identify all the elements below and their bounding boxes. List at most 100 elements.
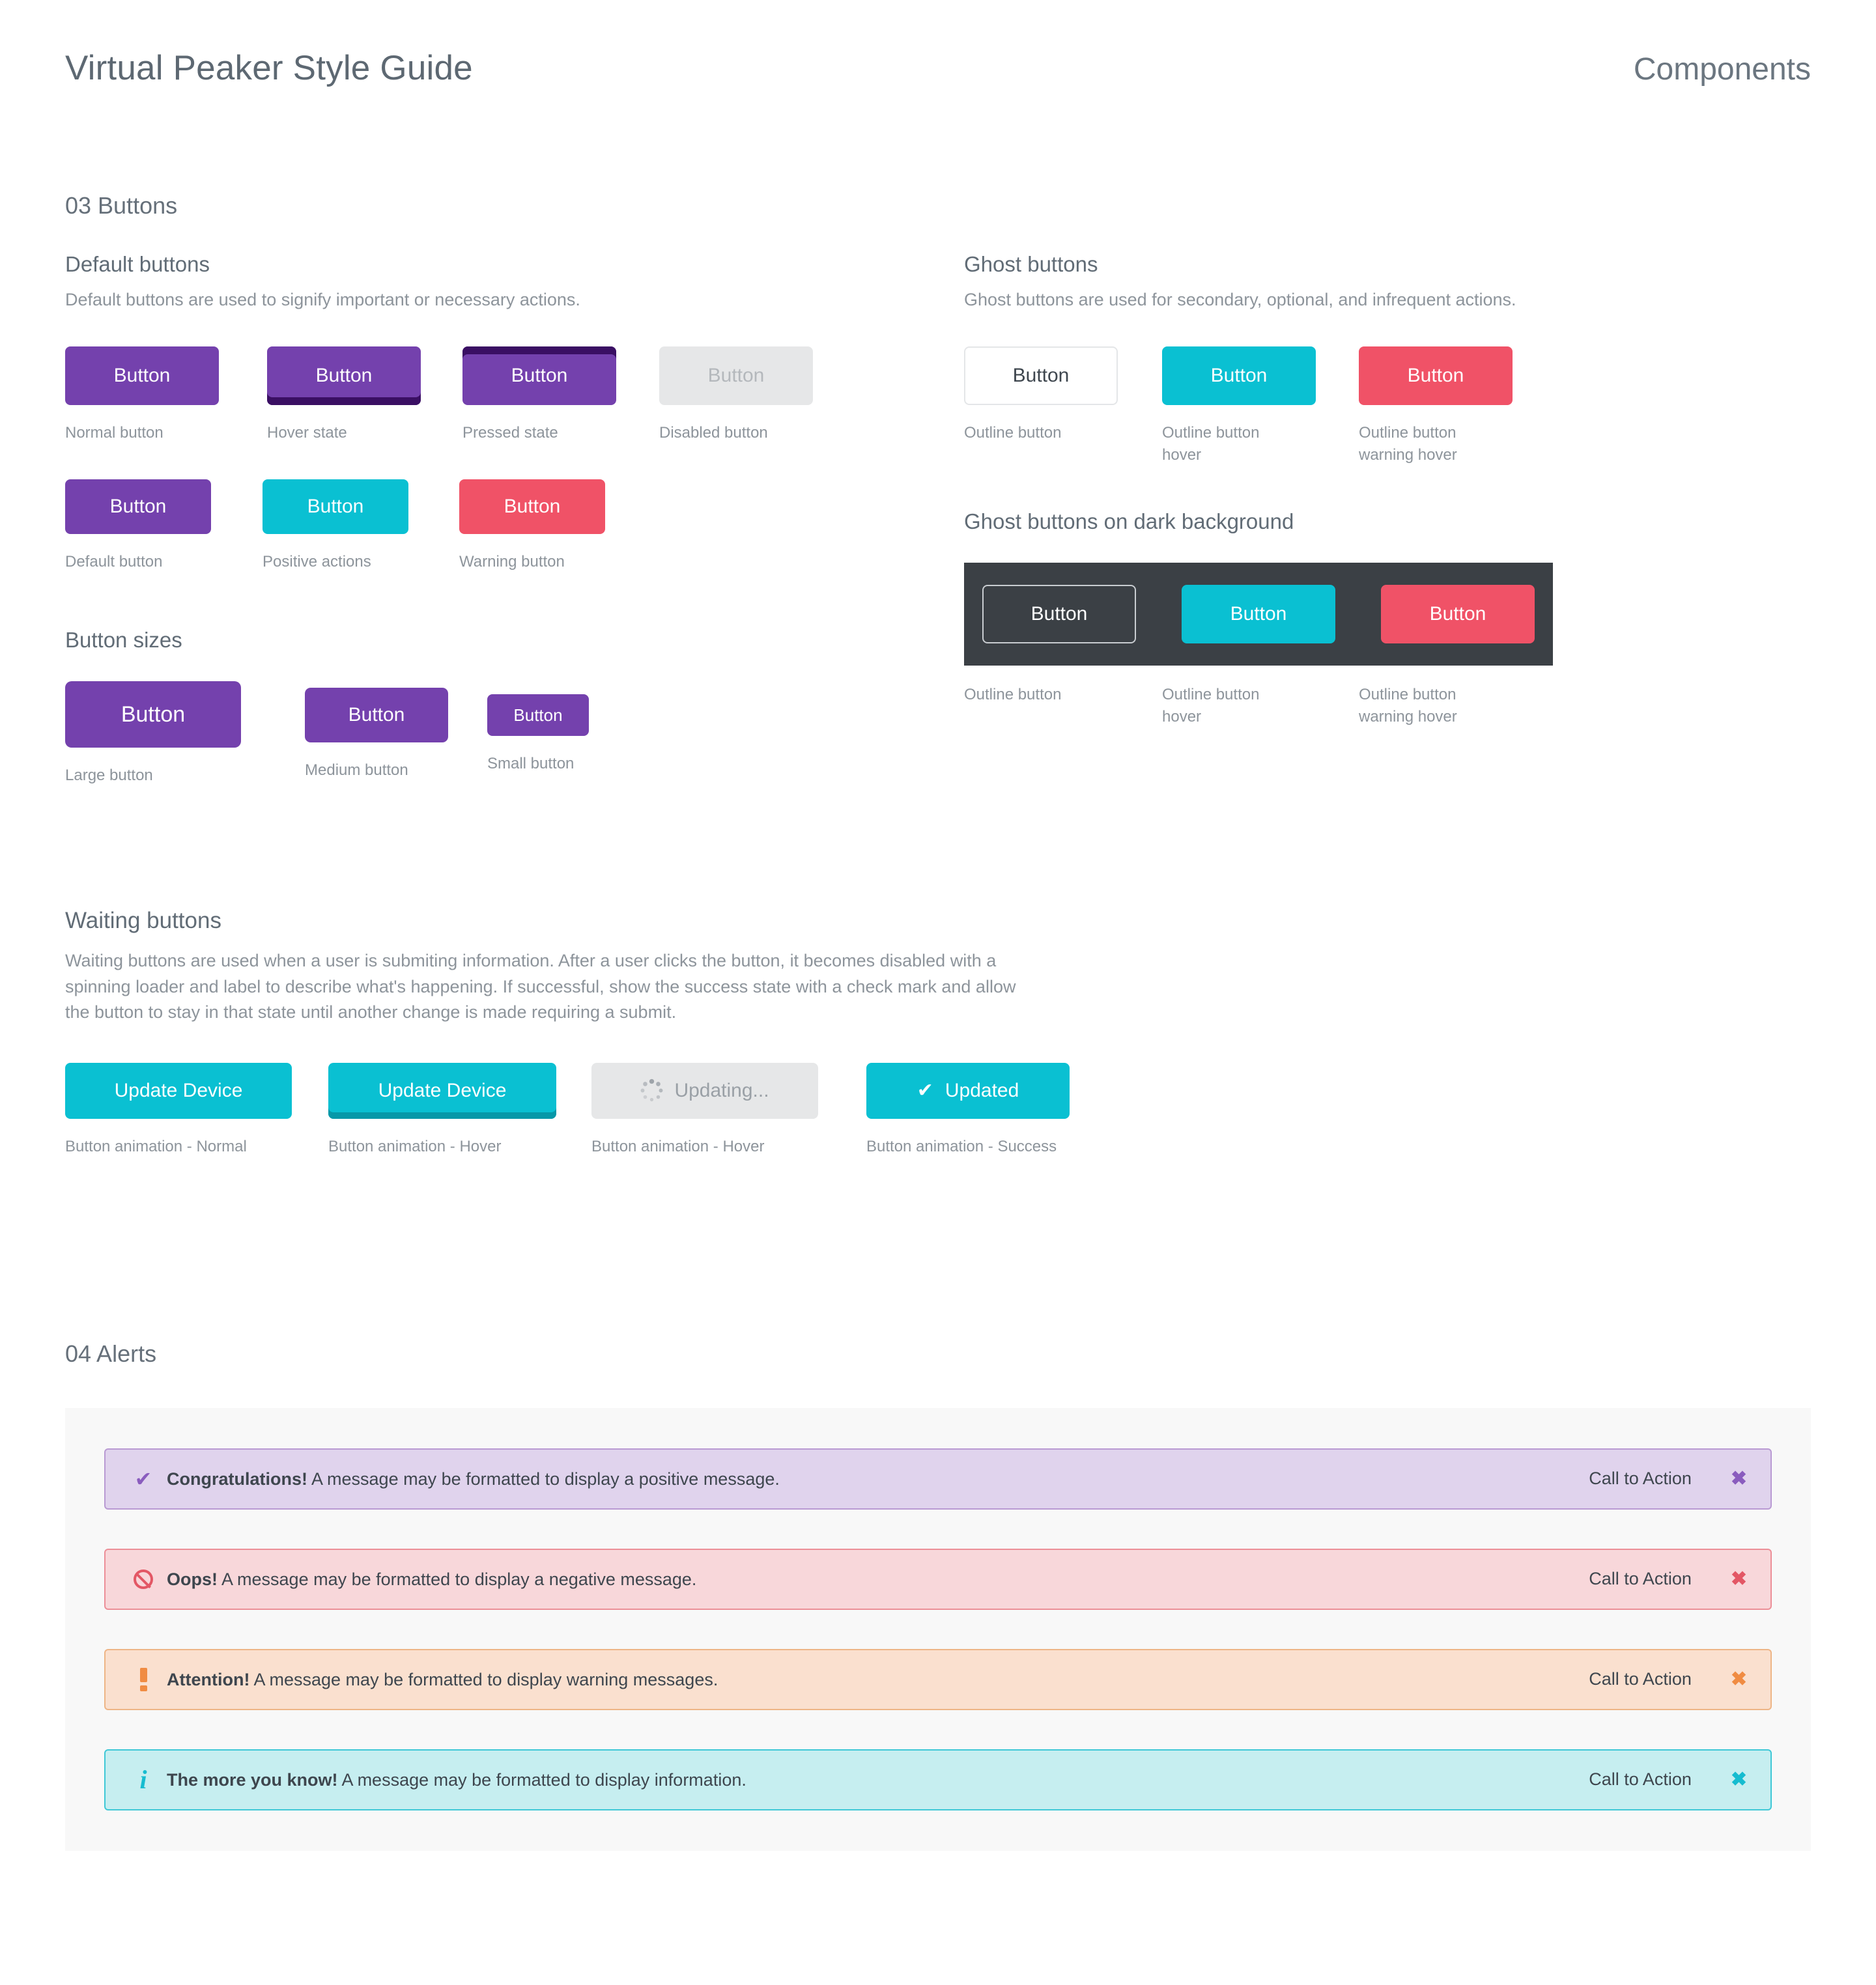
medium-button-cell: Button Medium button bbox=[305, 681, 487, 781]
warning-button[interactable]: Button bbox=[459, 479, 605, 535]
updated-button: ✔ Updated bbox=[866, 1062, 1070, 1119]
spinner-icon bbox=[640, 1079, 663, 1102]
default-button-normal-caption: Normal button bbox=[65, 424, 163, 442]
buttons-section-number: 03 Buttons bbox=[65, 192, 178, 219]
buttons-section: 03 Buttons Default buttons Default butto… bbox=[0, 85, 1876, 787]
ghost-outline-hover-caption: Outline button hover bbox=[1162, 424, 1260, 464]
close-icon[interactable]: ✖ bbox=[1731, 1669, 1747, 1689]
default-button-disabled-caption: Disabled button bbox=[659, 424, 768, 442]
ghost-buttons-heading: Ghost buttons bbox=[964, 252, 1098, 276]
small-button-caption: Small button bbox=[487, 755, 575, 773]
ghost-dark-warning-hover-button-cell: Button bbox=[1381, 585, 1535, 644]
ghost-outline-button-caption: Outline button bbox=[964, 424, 1062, 442]
waiting-button-success-cell: ✔ Updated Button animation - Success bbox=[866, 1062, 1070, 1158]
alert-success-body: A message may be formatted to display a … bbox=[307, 1469, 780, 1489]
default-buttons-heading: Default buttons bbox=[65, 252, 210, 276]
update-device-button-normal-label: Update Device bbox=[114, 1079, 243, 1101]
ghost-dark-hover-button[interactable]: Button bbox=[1182, 585, 1335, 644]
small-button[interactable]: Button bbox=[487, 694, 589, 737]
waiting-button-normal-caption: Button animation - Normal bbox=[65, 1137, 247, 1155]
button-sizes-heading: Button sizes bbox=[65, 628, 182, 653]
default-button-normal-cell: Button Normal button bbox=[65, 346, 267, 444]
alert-success: ✔ Congratulations! A message may be form… bbox=[104, 1448, 1772, 1510]
small-button-cell: Button Small button bbox=[487, 681, 589, 775]
alert-success-cta[interactable]: Call to Action bbox=[1589, 1469, 1692, 1489]
large-button[interactable]: Button bbox=[65, 681, 241, 748]
alert-info-bold: The more you know! bbox=[167, 1769, 338, 1790]
alert-success-bold: Congratulations! bbox=[167, 1469, 307, 1489]
default-button-normal[interactable]: Button bbox=[65, 346, 219, 406]
waiting-buttons-section: Waiting buttons Waiting buttons are used… bbox=[0, 908, 1876, 1158]
ghost-buttons-dark-heading: Ghost buttons on dark background bbox=[964, 509, 1294, 534]
waiting-button-updating-caption: Button animation - Hover bbox=[591, 1137, 765, 1155]
medium-button[interactable]: Button bbox=[305, 688, 448, 743]
alert-warning-cta[interactable]: Call to Action bbox=[1589, 1669, 1692, 1689]
ghost-buttons-dark-captions: Outline button Outline button hover Outl… bbox=[964, 684, 1811, 728]
default-button-pressed-cell: Button Pressed state bbox=[462, 346, 659, 444]
ghost-dark-caption-2-cell: Outline button hover bbox=[1162, 684, 1359, 728]
updating-button-label: Updating... bbox=[674, 1079, 769, 1101]
medium-button-caption: Medium button bbox=[305, 761, 408, 780]
ghost-dark-outline-button-cell: Button bbox=[982, 585, 1136, 644]
waiting-button-hover-cell: Update Device Button animation - Hover bbox=[328, 1062, 591, 1158]
close-icon[interactable]: ✖ bbox=[1731, 1469, 1747, 1489]
alert-success-text: Congratulations! A message may be format… bbox=[160, 1469, 1589, 1489]
button-sizes-row: Button Large button Button Medium button… bbox=[65, 681, 964, 787]
updated-button-label: Updated bbox=[945, 1079, 1019, 1101]
positive-button[interactable]: Button bbox=[263, 479, 408, 535]
default-button-pressed-caption: Pressed state bbox=[462, 424, 558, 442]
default-button-caption: Default button bbox=[65, 553, 163, 571]
waiting-button-hover-caption: Button animation - Hover bbox=[328, 1137, 502, 1155]
default-button-hover-caption: Hover state bbox=[267, 424, 347, 442]
waiting-buttons-heading: Waiting buttons bbox=[65, 908, 221, 934]
update-device-button-normal[interactable]: Update Device bbox=[65, 1062, 292, 1119]
ghost-dark-hover-button-cell: Button bbox=[1182, 585, 1335, 644]
close-icon[interactable]: ✖ bbox=[1731, 1769, 1747, 1790]
alert-info-cta[interactable]: Call to Action bbox=[1589, 1769, 1692, 1790]
check-icon: ✔ bbox=[134, 1467, 152, 1491]
ghost-outline-hover-button[interactable]: Button bbox=[1162, 346, 1316, 406]
ghost-buttons-description: Ghost buttons are used for secondary, op… bbox=[964, 290, 1516, 309]
page-section-name: Components bbox=[1633, 52, 1811, 87]
page-header: Virtual Peaker Style Guide Components bbox=[0, 0, 1876, 85]
default-button[interactable]: Button bbox=[65, 479, 211, 535]
alert-info-body: A message may be formatted to display in… bbox=[337, 1769, 746, 1790]
ghost-buttons-row: Button Outline button Button Outline but… bbox=[964, 346, 1811, 466]
style-guide-page: Virtual Peaker Style Guide Components 03… bbox=[0, 0, 1876, 1985]
ghost-outline-button[interactable]: Button bbox=[964, 346, 1118, 406]
updating-button: Updating... bbox=[591, 1062, 818, 1119]
default-button-hover[interactable]: Button bbox=[267, 346, 421, 406]
ghost-dark-warning-hover-button[interactable]: Button bbox=[1381, 585, 1535, 644]
waiting-button-updating-cell: Updating... Button animation - Hover bbox=[591, 1062, 866, 1158]
waiting-buttons-row: Update Device Button animation - Normal … bbox=[65, 1062, 1811, 1158]
large-button-cell: Button Large button bbox=[65, 681, 305, 787]
ghost-outline-warning-hover-caption: Outline button warning hover bbox=[1359, 424, 1457, 464]
waiting-button-normal-cell: Update Device Button animation - Normal bbox=[65, 1062, 328, 1158]
close-icon[interactable]: ✖ bbox=[1731, 1569, 1747, 1589]
ghost-dark-outline-button[interactable]: Button bbox=[982, 585, 1136, 644]
alerts-section-number: 04 Alerts bbox=[65, 1340, 157, 1367]
default-buttons-column: Default buttons Default buttons are used… bbox=[65, 252, 964, 787]
alert-info-text: The more you know! A message may be form… bbox=[160, 1769, 1589, 1790]
update-device-button-hover[interactable]: Update Device bbox=[328, 1062, 556, 1119]
default-button-pressed[interactable]: Button bbox=[462, 346, 616, 406]
alert-error-cta[interactable]: Call to Action bbox=[1589, 1569, 1692, 1589]
ghost-outline-warning-hover-cell: Button Outline button warning hover bbox=[1359, 346, 1513, 466]
alert-info: i The more you know! A message may be fo… bbox=[104, 1749, 1772, 1810]
default-button-disabled: Button bbox=[659, 346, 813, 406]
alert-warning-text: Attention! A message may be formatted to… bbox=[160, 1669, 1589, 1690]
alert-warning: Attention! A message may be formatted to… bbox=[104, 1648, 1772, 1710]
check-icon: ✔ bbox=[917, 1079, 933, 1101]
alerts-panel: ✔ Congratulations! A message may be form… bbox=[65, 1407, 1811, 1851]
ghost-dark-hover-button-caption: Outline button hover bbox=[1162, 686, 1260, 726]
info-icon: i bbox=[139, 1764, 147, 1794]
warning-button-caption: Warning button bbox=[459, 553, 565, 571]
alert-warning-bold: Attention! bbox=[167, 1669, 250, 1689]
waiting-button-success-caption: Button animation - Success bbox=[866, 1137, 1057, 1155]
default-buttons-description: Default buttons are used to signify impo… bbox=[65, 290, 580, 309]
alert-error-body: A message may be formatted to display a … bbox=[218, 1569, 697, 1589]
warning-button-cell: Button Warning button bbox=[459, 479, 605, 573]
positive-button-caption: Positive actions bbox=[263, 553, 371, 571]
ghost-outline-warning-hover-button[interactable]: Button bbox=[1359, 346, 1513, 406]
waiting-buttons-description: Waiting buttons are used when a user is … bbox=[65, 951, 1016, 1022]
